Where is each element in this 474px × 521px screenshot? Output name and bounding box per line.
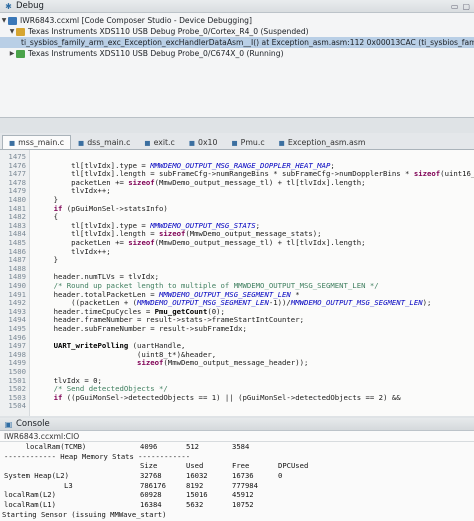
console-title: Console bbox=[16, 419, 50, 429]
console-line: L3 786176 8192 777984 bbox=[0, 481, 474, 491]
console-cell: DPCUsed bbox=[278, 461, 309, 471]
minimize-icon[interactable]: ▭ bbox=[451, 2, 459, 11]
file-icon: ■ bbox=[9, 138, 16, 147]
console-cell: 45912 bbox=[232, 490, 254, 500]
console-line: Size Used Free DPCUsed bbox=[0, 461, 474, 471]
session-icon bbox=[8, 16, 17, 25]
collapse-arrow-icon[interactable]: ▼ bbox=[8, 26, 16, 37]
tab-label: dss_main.c bbox=[87, 138, 131, 147]
tab-exception-asm-asm[interactable]: ■ Exception_asm.asm bbox=[272, 135, 373, 149]
tab-pmu-c[interactable]: ■ Pmu.c bbox=[224, 135, 271, 149]
file-icon: ■ bbox=[188, 138, 195, 147]
console-cell: Used bbox=[186, 461, 204, 471]
console-cell: localRam(L1) bbox=[4, 500, 56, 510]
console-text: ------------ Heap Memory Stats ---------… bbox=[4, 451, 191, 461]
console-text: Starting Sensor (issuing MMWave_start) bbox=[2, 509, 167, 519]
thread-node-cortex[interactable]: ▼ Texas Instruments XDS110 USB Debug Pro… bbox=[0, 26, 474, 37]
debug-session-label: IWR6843.ccxml [Code Composer Studio - De… bbox=[20, 16, 252, 25]
stack-frame-label: ti_sysbios_family_arm_exc_Exception_excH… bbox=[21, 38, 474, 47]
editor-tab-bar: ■ mss_main.c ■ dss_main.c ■ exit.c ■ 0x10 ■ Pmu.c… bbox=[0, 133, 474, 150]
maximize-icon[interactable]: ▢ bbox=[462, 2, 470, 11]
file-icon: ■ bbox=[78, 138, 85, 147]
suspended-thread-icon bbox=[16, 27, 25, 36]
line-number: 1504 bbox=[8, 401, 26, 411]
console-cell: 0 bbox=[278, 471, 283, 481]
expand-arrow-icon[interactable]: ▶ bbox=[8, 48, 16, 59]
console-line: localRam(L1) 16384 5632 10752 bbox=[0, 500, 474, 510]
console-cell: localRam(L2) bbox=[4, 490, 56, 500]
console-cell: Size bbox=[140, 461, 158, 471]
console-cell: localRam(TCMB) bbox=[4, 442, 87, 451]
running-thread-icon bbox=[16, 49, 25, 58]
console-view: ▣ Console IWR6843.ccxml:CIO localRam(TCM… bbox=[0, 418, 474, 521]
debug-session-node[interactable]: ▼ IWR6843.ccxml [Code Composer Studio - … bbox=[0, 15, 474, 26]
collapse-arrow-icon[interactable]: ▼ bbox=[0, 15, 8, 26]
thread-label: Texas Instruments XDS110 USB Debug Probe… bbox=[28, 49, 284, 58]
file-icon: ■ bbox=[144, 138, 151, 147]
file-icon: ■ bbox=[278, 138, 285, 147]
console-cell: 4096 bbox=[140, 442, 158, 451]
console-cell: Free bbox=[232, 461, 250, 471]
console-line: localRam(TCMB) 4096 512 3584 bbox=[0, 442, 474, 452]
console-cell: 60928 bbox=[140, 490, 162, 500]
console-line: Starting Sensor (issuing MMWave_start) bbox=[0, 510, 474, 520]
tab-label: Exception_asm.asm bbox=[287, 138, 366, 147]
console-cell: 32768 bbox=[140, 471, 162, 481]
tab-0x10[interactable]: ■ 0x10 bbox=[182, 135, 225, 149]
console-cell: 16384 bbox=[140, 500, 162, 510]
tab-mss-main-c[interactable]: ■ mss_main.c bbox=[2, 135, 72, 149]
console-cell: 512 bbox=[186, 442, 199, 451]
console-cell: 3584 bbox=[232, 442, 250, 451]
thread-label: Texas Instruments XDS110 USB Debug Probe… bbox=[28, 27, 309, 36]
console-cell: L3 bbox=[64, 480, 73, 490]
console-line: System Heap(L2) 32768 16032 16736 0 bbox=[0, 471, 474, 481]
console-line: localRam(L2) 60928 15016 45912 bbox=[0, 490, 474, 500]
bug-icon: ✱ bbox=[5, 1, 12, 11]
tab-label: 0x10 bbox=[197, 138, 218, 147]
code-line[interactable]: 1504 bbox=[0, 401, 474, 412]
console-cell: 16736 bbox=[232, 471, 254, 481]
tab-label: mss_main.c bbox=[18, 138, 65, 147]
tab-label: exit.c bbox=[153, 138, 175, 147]
console-line: ------------ Heap Memory Stats ---------… bbox=[0, 452, 474, 462]
console-icon: ▣ bbox=[4, 419, 13, 429]
console-output[interactable]: localRam(TCMB) 4096 512 3584 ------------ He… bbox=[0, 442, 474, 520]
console-titlebar[interactable]: ▣ Console bbox=[0, 418, 474, 431]
thread-node-c674x[interactable]: ▶ Texas Instruments XDS110 USB Debug Pro… bbox=[0, 48, 474, 59]
tab-exit-c[interactable]: ■ exit.c bbox=[137, 135, 181, 149]
debug-view-title: Debug bbox=[16, 1, 44, 11]
console-cell: 5632 bbox=[186, 500, 204, 510]
console-subtitle: IWR6843.ccxml:CIO bbox=[0, 431, 474, 442]
file-icon: ■ bbox=[231, 138, 238, 147]
stack-frame-node[interactable]: ti_sysbios_family_arm_exc_Exception_excH… bbox=[0, 37, 474, 48]
console-cell: 786176 bbox=[140, 480, 166, 490]
console-cell: 16032 bbox=[186, 471, 208, 481]
tab-dss-main-c[interactable]: ■ dss_main.c bbox=[71, 135, 137, 149]
console-cell: 10752 bbox=[232, 500, 254, 510]
console-cell: 8192 bbox=[186, 480, 204, 490]
code-editor[interactable]: 1475 1476 tl[tlvIdx].type = MMWDEMO_OUTPU… bbox=[0, 150, 474, 416]
console-cell: 15016 bbox=[186, 490, 208, 500]
console-cell: System Heap(L2) bbox=[4, 471, 69, 481]
debug-view: ✱ Debug ▭ ▢ ▼ IWR6843.ccxml [Code Compos… bbox=[0, 0, 474, 118]
debug-view-titlebar[interactable]: ✱ Debug ▭ ▢ bbox=[0, 0, 474, 13]
tab-label: Pmu.c bbox=[240, 138, 265, 147]
console-cell: 777984 bbox=[232, 480, 258, 490]
